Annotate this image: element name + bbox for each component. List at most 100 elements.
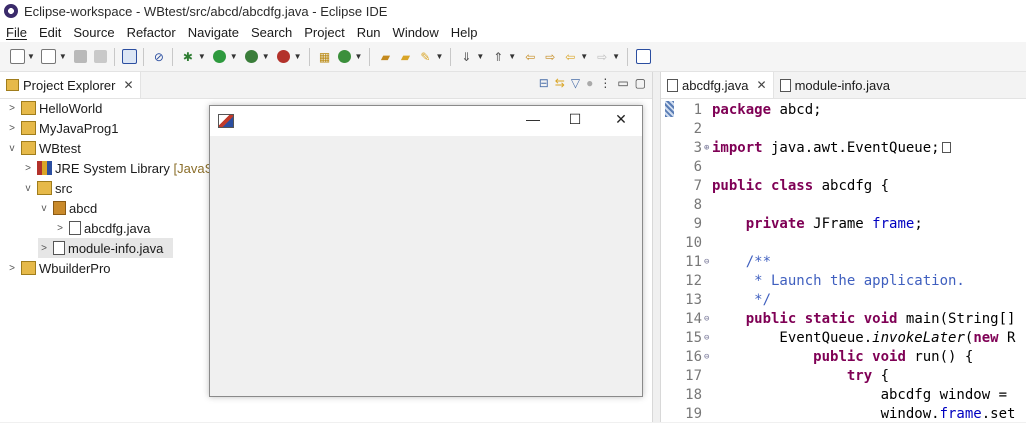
debug-dropdown-icon[interactable]: ▼ [198,52,206,61]
code-line[interactable]: 12 * Launch the application. [661,271,1026,290]
code-line[interactable]: 2 [661,119,1026,138]
menu-edit[interactable]: Edit [33,25,67,40]
new-package-dropdown-icon[interactable]: ▼ [59,52,67,61]
collapse-icon[interactable]: v [22,183,34,194]
external-tools-icon[interactable] [275,48,293,66]
debug-icon[interactable]: ✱ [179,48,197,66]
code-line[interactable]: 1 package abcd; [661,100,1026,119]
maximize-button[interactable]: ☐ [560,111,590,128]
external-tools-dropdown-icon[interactable]: ▼ [294,52,302,61]
focus-icon[interactable]: ● [586,76,593,90]
view-menu-icon[interactable]: ⋮ [599,76,611,90]
save-icon[interactable] [72,48,90,66]
tree-item-label: JRE System Library [55,160,170,176]
fold-icon[interactable]: ⊖ [704,352,710,362]
new-icon[interactable] [8,48,26,66]
expand-icon[interactable]: > [6,123,18,134]
fold-icon[interactable]: ⊕ [704,143,710,153]
new-package-icon[interactable] [40,48,58,66]
run-icon[interactable] [211,48,229,66]
jframe-window[interactable]: — ☐ ✕ [209,105,643,397]
new-java-package-icon[interactable]: ▦ [316,48,334,66]
fold-icon[interactable]: ⊖ [704,333,710,343]
menu-navigate[interactable]: Navigate [182,25,245,40]
filter-icon[interactable]: ▽ [571,76,580,90]
jframe-title-bar[interactable]: — ☐ ✕ [210,106,642,136]
code-line[interactable]: 17 try { [661,366,1026,385]
open-folder-icon[interactable]: ▰ [396,48,414,66]
code-line[interactable]: 3 ⊕ import java.awt.EventQueue; [661,138,1026,157]
link-with-editor-icon[interactable]: ⇆ [555,76,565,90]
save-all-icon[interactable] [92,48,110,66]
forward-dropdown-icon[interactable]: ▼ [612,52,620,61]
tab-module-info-java[interactable]: module-info.java [774,72,896,98]
last-edit-location-icon[interactable]: ⇦ [521,48,539,66]
skip-breakpoints-icon[interactable]: ⊘ [150,48,168,66]
code-text: public static void main(String[] [745,310,1016,327]
close-icon[interactable]: ✕ [123,78,133,92]
next-annotation-dropdown-icon[interactable]: ▼ [476,52,484,61]
collapse-icon[interactable]: v [38,203,50,214]
code-line[interactable]: 14 ⊖ public static void main(String[] [661,309,1026,328]
coverage-dropdown-icon[interactable]: ▼ [262,52,270,61]
menu-window[interactable]: Window [387,25,445,40]
new-dropdown-icon[interactable]: ▼ [27,52,35,61]
expand-icon[interactable]: > [6,103,18,114]
folded-imports-icon[interactable] [941,142,951,153]
next-annotation-icon[interactable]: ⇓ [457,48,475,66]
code-line[interactable]: 10 [661,233,1026,252]
code-line[interactable]: 8 [661,195,1026,214]
menu-run[interactable]: Run [351,25,387,40]
run-dropdown-icon[interactable]: ▼ [230,52,238,61]
tab-abcdfg-java[interactable]: abcdfg.java ✕ [661,72,774,98]
menu-help[interactable]: Help [445,25,484,40]
expand-icon[interactable]: > [54,223,66,234]
menu-project[interactable]: Project [298,25,350,40]
code-line[interactable]: 16 ⊖ public void run() { [661,347,1026,366]
pin-editor-icon[interactable] [634,48,652,66]
previous-annotation-icon[interactable]: ⇑ [489,48,507,66]
forward-icon[interactable]: ⇨ [593,48,611,66]
close-icon[interactable]: ✕ [757,78,767,92]
code-line[interactable]: 13 */ [661,290,1026,309]
tab-project-explorer[interactable]: Project Explorer ✕ [0,72,141,98]
menu-file[interactable]: File [0,25,33,40]
code-line[interactable]: 18 abcdfg window = [661,385,1026,404]
previous-annotation-dropdown-icon[interactable]: ▼ [508,52,516,61]
open-type-icon[interactable]: ▰ [376,48,394,66]
coverage-icon[interactable] [243,48,261,66]
tree-item-label: WbuilderPro [39,260,111,276]
code-line[interactable]: 9 private JFrame frame; [661,214,1026,233]
expand-icon[interactable]: > [38,243,50,254]
fold-icon[interactable]: ⊖ [704,257,710,267]
minimize-icon[interactable]: ▭ [617,76,628,90]
collapse-all-icon[interactable]: ⊟ [539,76,549,90]
code-line[interactable]: 7 public class abcdfg { [661,176,1026,195]
forward-edit-icon[interactable]: ⇨ [541,48,559,66]
new-java-class-dropdown-icon[interactable]: ▼ [355,52,363,61]
code-line[interactable]: 6 [661,157,1026,176]
back-dropdown-icon[interactable]: ▼ [580,52,588,61]
back-icon[interactable]: ⇦ [561,48,579,66]
code-line[interactable]: 15 ⊖ EventQueue.invokeLater(new R [661,328,1026,347]
menu-search[interactable]: Search [245,25,298,40]
minimize-button[interactable]: — [518,111,548,127]
title-bar: Eclipse-workspace - WBtest/src/abcd/abcd… [0,0,1026,22]
maximize-icon[interactable]: ▢ [635,76,646,90]
menu-source[interactable]: Source [67,25,120,40]
expand-icon[interactable]: > [6,263,18,274]
search-dropdown-icon[interactable]: ▼ [435,52,443,61]
new-java-class-icon[interactable] [336,48,354,66]
menu-refactor[interactable]: Refactor [121,25,182,40]
fold-icon[interactable]: ⊖ [704,314,710,324]
code-area[interactable]: 1 package abcd; 2 3 ⊕ import java.awt.EventQu… [661,100,1026,423]
terminal-icon[interactable] [121,48,139,66]
expand-icon[interactable]: > [22,163,34,174]
code-line[interactable]: 11 ⊖ /** [661,252,1026,271]
line-number: 18 [685,386,702,403]
close-button[interactable]: ✕ [606,111,636,128]
collapse-icon[interactable]: v [6,143,18,154]
code-line[interactable]: 19 window.frame.set [661,404,1026,423]
search-icon[interactable]: ✎ [416,48,434,66]
line-number: 15 [685,329,702,346]
